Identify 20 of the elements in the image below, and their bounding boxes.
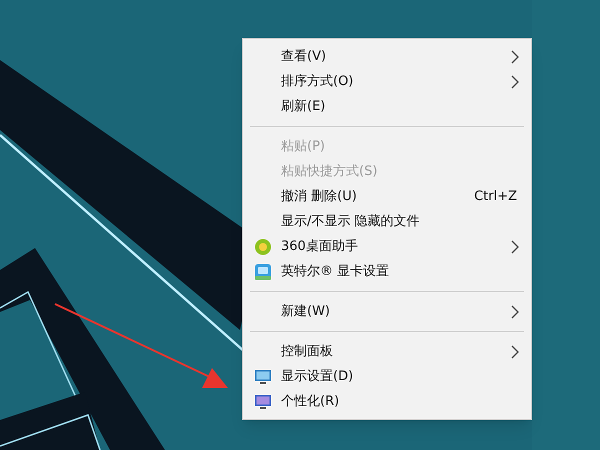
monitor-app-icon [254,262,272,280]
chevron-right-icon [511,74,519,88]
menu-item[interactable]: 撤消 删除(U) Ctrl+Z [243,184,531,209]
menu-item[interactable]: 控制面板 [243,339,531,364]
monitor-icon [254,368,272,384]
ring-icon [254,238,272,256]
menu-item[interactable]: 新建(W) [243,299,531,324]
menu-item[interactable]: 360桌面助手 [243,234,531,259]
chevron-right-icon [511,304,519,318]
menu-item[interactable]: 英特尔® 显卡设置 [243,259,531,284]
menu-item[interactable]: 显示/不显示 隐藏的文件 [243,209,531,234]
menu-item[interactable]: 查看(V) [243,44,531,69]
menu-item[interactable]: 显示设置(D) [243,364,531,389]
monitor-brush-icon [254,394,272,410]
menu-item[interactable]: 刷新(E) [243,94,531,119]
menu-item[interactable]: 排序方式(O) [243,69,531,94]
chevron-right-icon [511,240,519,254]
chevron-right-icon [511,50,519,64]
menu-item[interactable]: 个性化(R) [243,389,531,414]
chevron-right-icon [511,344,519,358]
